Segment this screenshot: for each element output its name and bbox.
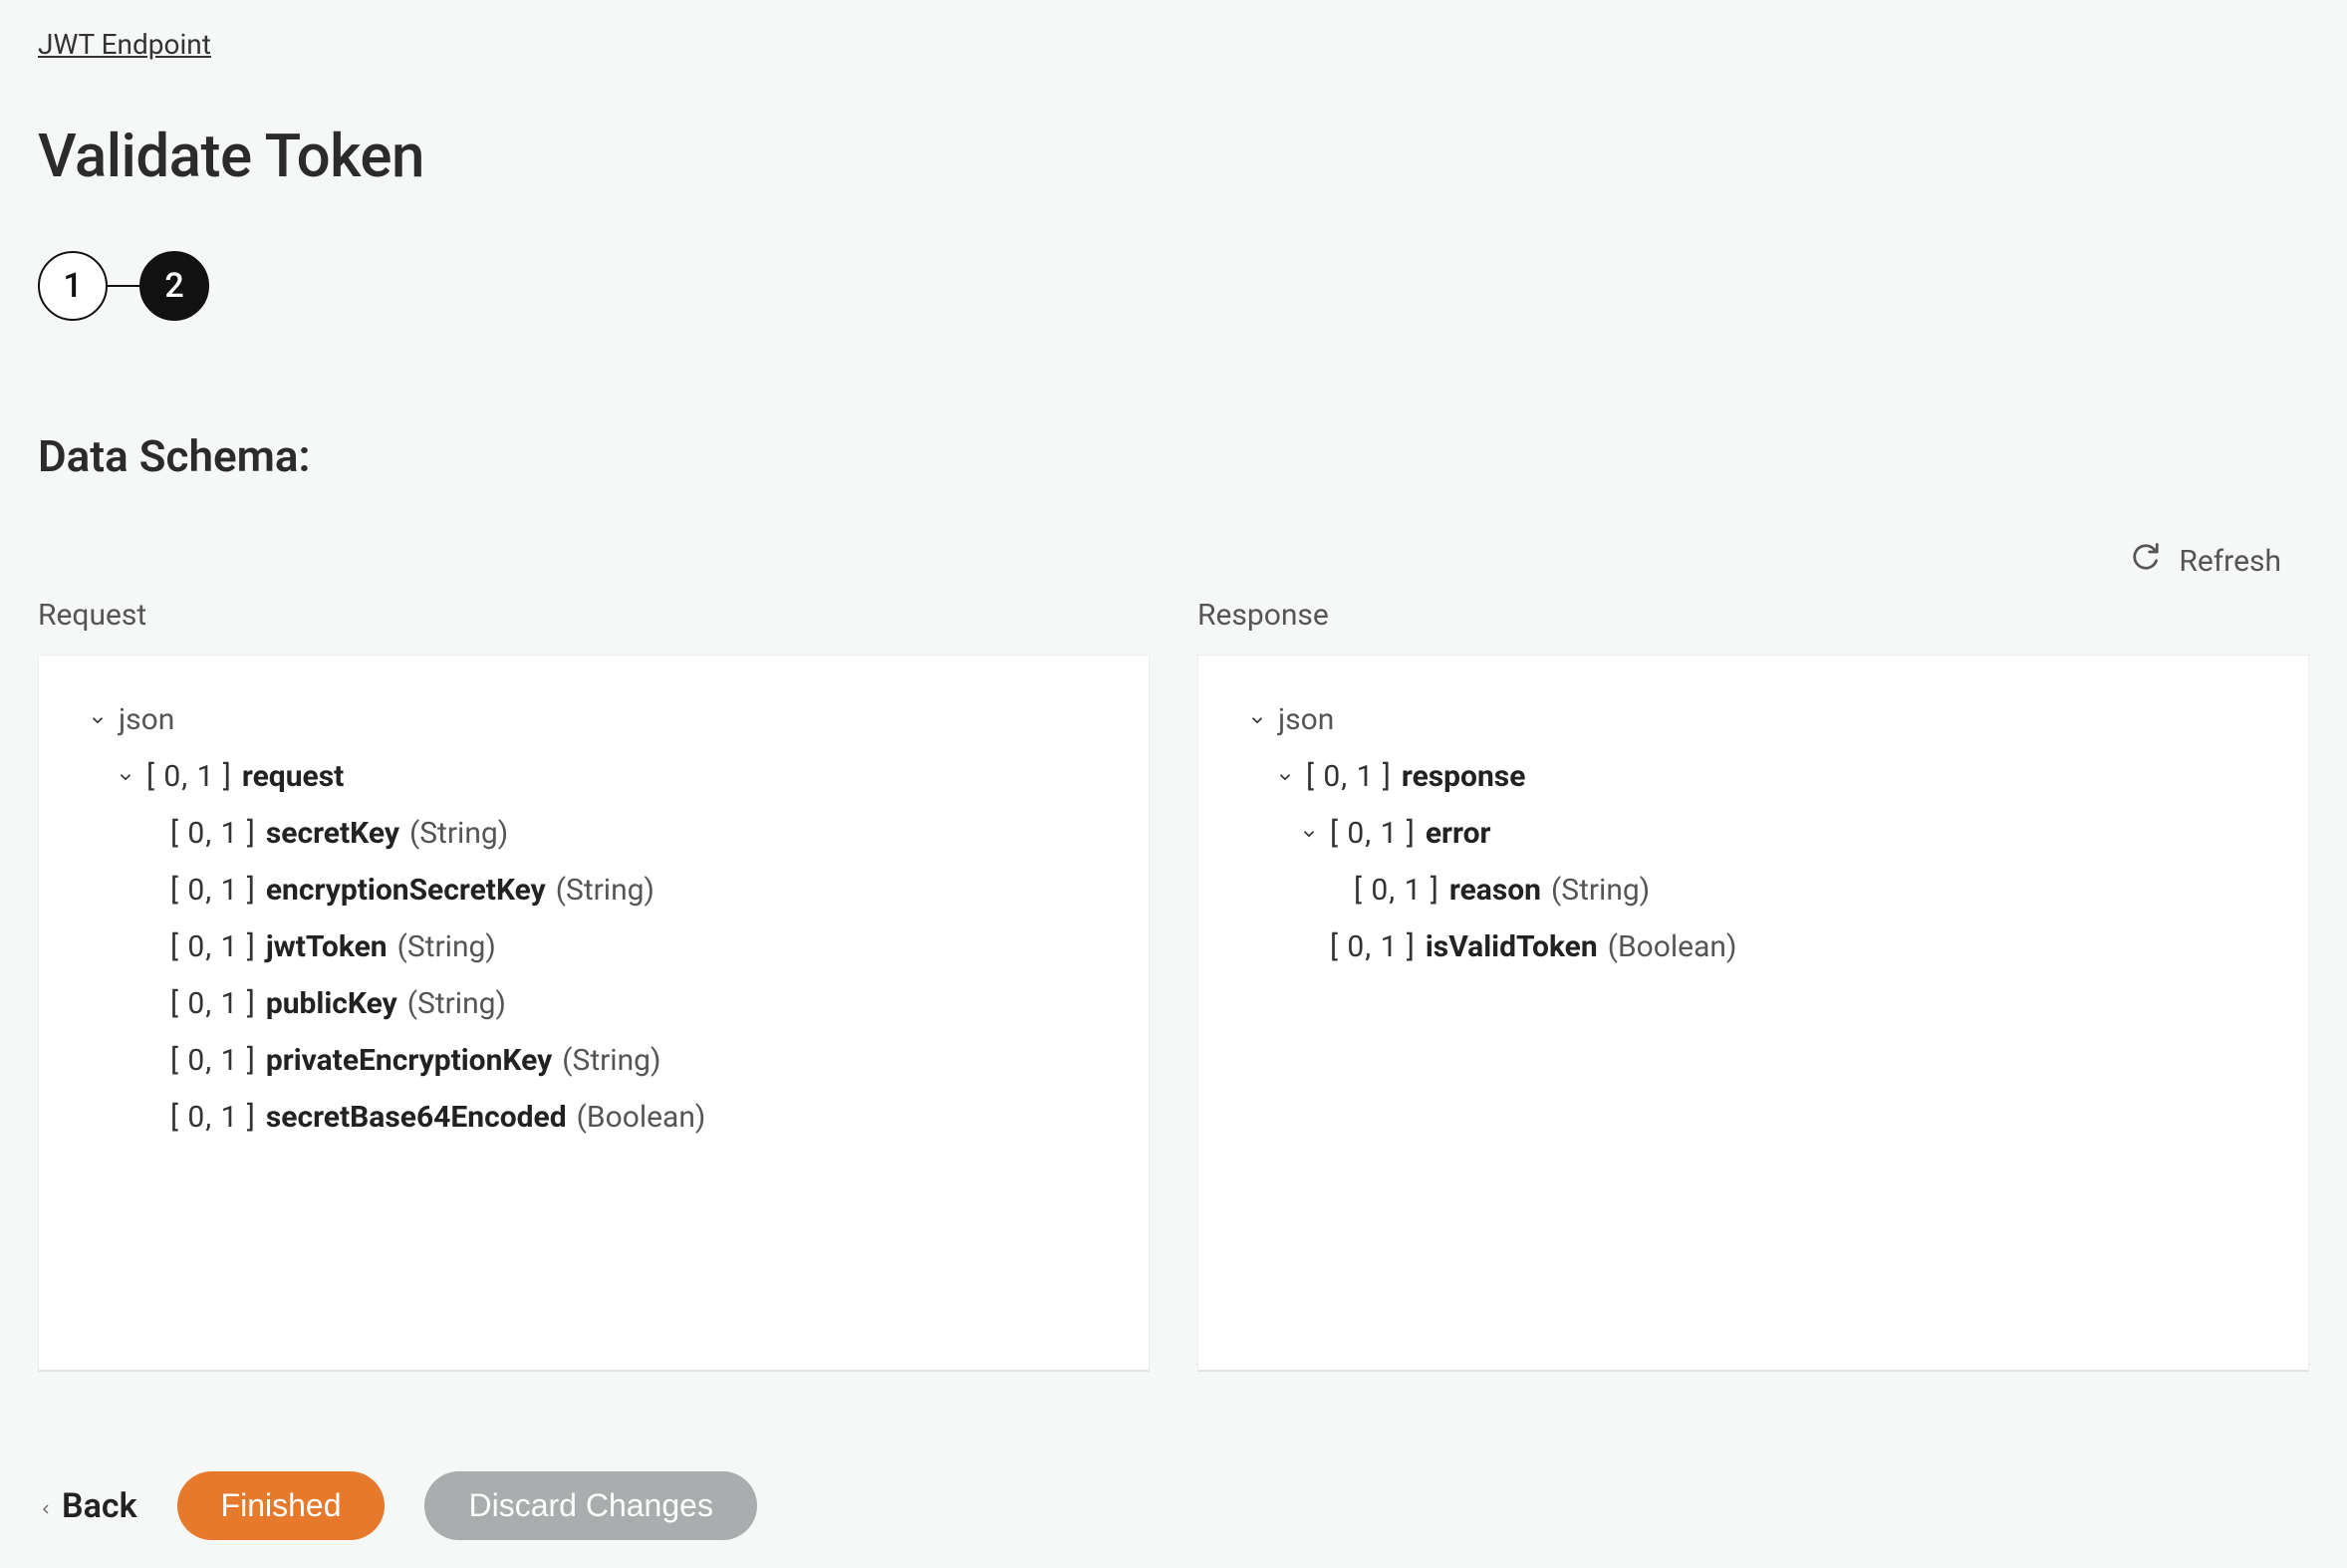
cardinality: [ 0, 1 ]: [1354, 862, 1439, 918]
tree-object[interactable]: [ 0, 1 ] error: [1246, 805, 2260, 862]
stepper: 1 2: [38, 251, 2309, 321]
field-name: request: [242, 748, 344, 805]
tree-field[interactable]: [ 0, 1 ] privateEncryptionKey (String): [87, 1032, 1101, 1089]
back-button[interactable]: Back: [38, 1486, 137, 1526]
finished-button[interactable]: Finished: [177, 1471, 386, 1540]
step-2[interactable]: 2: [139, 251, 209, 321]
tree-object[interactable]: [ 0, 1 ] response: [1246, 748, 2260, 805]
cardinality: [ 0, 1 ]: [170, 862, 256, 918]
page-title: Validate Token: [38, 121, 2309, 191]
chevron-down-icon: [1298, 825, 1320, 843]
cardinality: [ 0, 1 ]: [146, 748, 232, 805]
tree-field[interactable]: [ 0, 1 ] publicKey (String): [87, 975, 1101, 1032]
field-name: isValidToken: [1426, 918, 1598, 975]
chevron-down-icon: [1246, 711, 1268, 729]
cardinality: [ 0, 1 ]: [170, 1032, 256, 1089]
cardinality: [ 0, 1 ]: [170, 1089, 256, 1146]
refresh-icon: [2131, 542, 2161, 580]
tree-root[interactable]: json: [1246, 691, 2260, 748]
tree-root-label: json: [119, 691, 174, 748]
field-type: (String): [409, 805, 508, 862]
cardinality: [ 0, 1 ]: [1330, 805, 1416, 862]
field-name: privateEncryptionKey: [266, 1032, 552, 1089]
field-name: error: [1426, 805, 1491, 862]
section-title: Data Schema:: [38, 430, 2309, 482]
tree-field[interactable]: [ 0, 1 ] secretBase64Encoded (Boolean): [87, 1089, 1101, 1146]
chevron-down-icon: [87, 711, 109, 729]
field-name: reason: [1449, 862, 1541, 918]
field-name: publicKey: [266, 975, 397, 1032]
tree-field[interactable]: [ 0, 1 ] reason (String): [1246, 862, 2260, 918]
chevron-down-icon: [1274, 768, 1296, 786]
field-name: secretKey: [266, 805, 399, 862]
field-name: jwtToken: [266, 918, 388, 975]
tree-object[interactable]: [ 0, 1 ] request: [87, 748, 1101, 805]
cardinality: [ 0, 1 ]: [170, 805, 256, 862]
cardinality: [ 0, 1 ]: [170, 975, 256, 1032]
tree-field[interactable]: [ 0, 1 ] isValidToken (Boolean): [1246, 918, 2260, 975]
field-name: response: [1402, 748, 1526, 805]
chevron-left-icon: [38, 1486, 54, 1526]
request-label: Request: [38, 598, 1150, 633]
refresh-label: Refresh: [2179, 544, 2281, 579]
cardinality: [ 0, 1 ]: [1306, 748, 1392, 805]
field-type: (String): [1551, 862, 1650, 918]
tree-field[interactable]: [ 0, 1 ] encryptionSecretKey (String): [87, 862, 1101, 918]
breadcrumb-link[interactable]: JWT Endpoint: [38, 28, 211, 61]
back-label: Back: [62, 1486, 137, 1526]
response-panel: json [ 0, 1 ] response [ 0, 1 ] error: [1197, 654, 2309, 1372]
field-name: encryptionSecretKey: [266, 862, 546, 918]
tree-field[interactable]: [ 0, 1 ] secretKey (String): [87, 805, 1101, 862]
field-name: secretBase64Encoded: [266, 1089, 567, 1146]
chevron-down-icon: [115, 768, 136, 786]
tree-field[interactable]: [ 0, 1 ] jwtToken (String): [87, 918, 1101, 975]
response-label: Response: [1197, 598, 2309, 633]
tree-root[interactable]: json: [87, 691, 1101, 748]
tree-root-label: json: [1278, 691, 1334, 748]
refresh-button[interactable]: Refresh: [2131, 542, 2281, 580]
cardinality: [ 0, 1 ]: [170, 918, 256, 975]
request-panel: json [ 0, 1 ] request [ 0, 1 ] secretKey…: [38, 654, 1150, 1372]
discard-changes-button[interactable]: Discard Changes: [424, 1471, 756, 1540]
step-1[interactable]: 1: [38, 251, 108, 321]
field-type: (String): [562, 1032, 660, 1089]
field-type: (Boolean): [1608, 918, 1737, 975]
field-type: (String): [397, 918, 496, 975]
field-type: (Boolean): [577, 1089, 706, 1146]
cardinality: [ 0, 1 ]: [1330, 918, 1416, 975]
field-type: (String): [407, 975, 506, 1032]
field-type: (String): [556, 862, 654, 918]
step-connector: [108, 285, 139, 287]
